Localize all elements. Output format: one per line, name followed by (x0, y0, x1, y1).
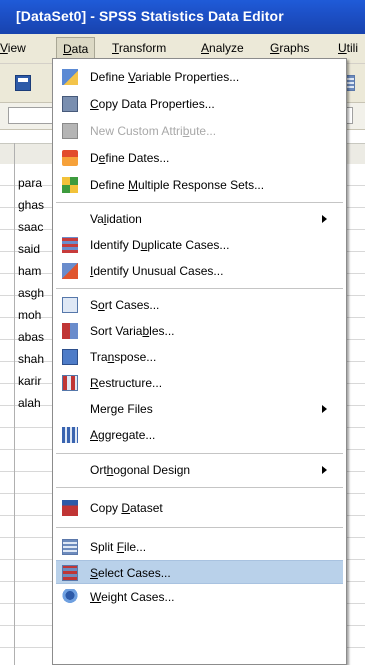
menu-item-label: Transpose... (90, 350, 157, 364)
menu-item-identify-duplicate-cases[interactable]: Identify Duplicate Cases... (56, 233, 343, 257)
menu-analyze[interactable]: Analyze (201, 41, 244, 55)
menu-item-label: Copy Data Properties... (90, 97, 215, 111)
menu-item-label: Validation (90, 212, 142, 226)
grid-cell[interactable]: shah (18, 352, 44, 366)
menu-data-label: ata (71, 42, 89, 56)
menu-item-label: Define Multiple Response Sets... (90, 178, 265, 192)
menu-item-label: Identify Unusual Cases... (90, 264, 224, 278)
menu-item-merge-files[interactable]: Merge Files (56, 397, 343, 421)
menu-transform-label: ransform (118, 41, 167, 55)
grid-cell[interactable]: alah (18, 396, 41, 410)
menu-item-label: Restructure... (90, 376, 163, 390)
grid-cell[interactable]: moh (18, 308, 41, 322)
menu-item-label: Copy Dataset (90, 501, 163, 515)
grid-cell[interactable]: ham (18, 264, 41, 278)
grid-cell[interactable]: saac (18, 220, 43, 234)
unusual-cases-icon (62, 263, 78, 279)
copy-data-properties-icon (62, 96, 78, 112)
menu-item-label: Sort Cases... (90, 298, 160, 312)
menu-view-mnemonic: V (0, 41, 8, 55)
row-number-divider (14, 143, 15, 665)
duplicate-cases-icon (62, 237, 78, 253)
open-dialog-icon[interactable] (15, 75, 31, 91)
menu-item-label: Sort Variables... (90, 324, 175, 338)
menu-transform[interactable]: Transform (112, 41, 166, 55)
menu-item-aggregate[interactable]: Aggregate... (56, 423, 343, 447)
grid-cell[interactable]: abas (18, 330, 44, 344)
menu-graphs-label: raphs (279, 41, 310, 55)
menu-separator (56, 527, 343, 528)
menu-data[interactable]: Data (56, 37, 96, 59)
submenu-arrow-icon (322, 405, 327, 413)
grid-cell[interactable]: karir (18, 374, 41, 388)
menu-item-label: Identify Duplicate Cases... (90, 238, 230, 252)
submenu-arrow-icon (322, 215, 327, 223)
submenu-arrow-icon (322, 466, 327, 474)
menu-analyze-mnemonic: A (201, 41, 210, 55)
define-dates-icon (62, 150, 78, 166)
restructure-icon (62, 375, 78, 391)
sort-cases-icon (62, 297, 78, 313)
menu-item-define-variable-properties[interactable]: Define Variable Properties... (56, 65, 343, 89)
menu-item-transpose[interactable]: Transpose... (56, 345, 343, 369)
menu-item-sort-variables[interactable]: Sort Variables... (56, 319, 343, 343)
menu-item-label: New Custom Attribute... (90, 124, 217, 138)
menu-item-label: Orthogonal Design (90, 463, 191, 477)
menu-graphs-mnemonic: G (270, 41, 280, 55)
menu-item-copy-data-properties[interactable]: Copy Data Properties... (56, 92, 343, 116)
transpose-icon (62, 349, 78, 365)
data-menu-dropdown: Define Variable Properties... Copy Data … (52, 58, 347, 665)
menu-graphs[interactable]: Graphs (270, 41, 309, 55)
menu-separator (56, 453, 343, 454)
menu-item-split-file[interactable]: Split File... (56, 535, 343, 559)
grid-cell[interactable]: said (18, 242, 40, 256)
aggregate-icon (62, 427, 78, 443)
variable-properties-icon (62, 69, 78, 85)
menu-item-restructure[interactable]: Restructure... (56, 371, 343, 395)
copy-dataset-icon (62, 500, 78, 516)
menu-item-label: Define Variable Properties... (90, 70, 240, 84)
sort-variables-icon (62, 323, 78, 339)
select-cases-icon (62, 565, 78, 581)
menu-item-label: Merge Files (90, 402, 153, 416)
weight-cases-icon (62, 589, 78, 605)
menu-item-define-multiple-response-sets[interactable]: Define Multiple Response Sets... (56, 173, 343, 197)
custom-attribute-icon (62, 123, 78, 139)
menu-item-define-dates[interactable]: Define Dates... (56, 146, 343, 170)
menu-item-label: Aggregate... (90, 428, 156, 442)
menu-item-copy-dataset[interactable]: Copy Dataset (56, 496, 343, 520)
menu-analyze-label: nalyze (209, 41, 244, 55)
menu-utilities-mnemonic: U (338, 41, 347, 55)
menu-item-new-custom-attribute[interactable]: New Custom Attribute... (56, 119, 343, 143)
menu-separator (56, 202, 343, 203)
grid-cell[interactable]: para (18, 176, 42, 190)
menu-view-label: iew (7, 41, 26, 55)
menu-item-orthogonal-design[interactable]: Orthogonal Design (56, 458, 343, 482)
multiple-response-icon (62, 177, 78, 193)
menu-utilities-label: tili (346, 41, 359, 55)
menu-separator (56, 487, 343, 488)
menu-item-label: Weight Cases... (90, 590, 175, 604)
menu-item-identify-unusual-cases[interactable]: Identify Unusual Cases... (56, 259, 343, 283)
window-title: [DataSet0] - SPSS Statistics Data Editor (16, 8, 284, 24)
menu-transform-mnemonic: T (112, 41, 119, 55)
menu-item-sort-cases[interactable]: Sort Cases... (56, 293, 343, 317)
menu-item-weight-cases[interactable]: Weight Cases... (56, 585, 343, 609)
menu-utilities[interactable]: Utili (338, 41, 358, 55)
menu-item-select-cases[interactable]: Select Cases... (56, 560, 343, 584)
grid-cell[interactable]: asgh (18, 286, 44, 300)
split-file-icon (62, 539, 78, 555)
menu-separator (56, 288, 343, 289)
menu-item-validation[interactable]: Validation (56, 207, 343, 231)
menu-view[interactable]: View (0, 41, 26, 55)
menu-data-mnemonic: D (63, 42, 72, 56)
menu-item-label: Select Cases... (90, 566, 171, 580)
title-bar: [DataSet0] - SPSS Statistics Data Editor (0, 0, 365, 34)
menu-item-label: Split File... (90, 540, 147, 554)
grid-cell[interactable]: ghas (18, 198, 44, 212)
menu-item-label: Define Dates... (90, 151, 170, 165)
